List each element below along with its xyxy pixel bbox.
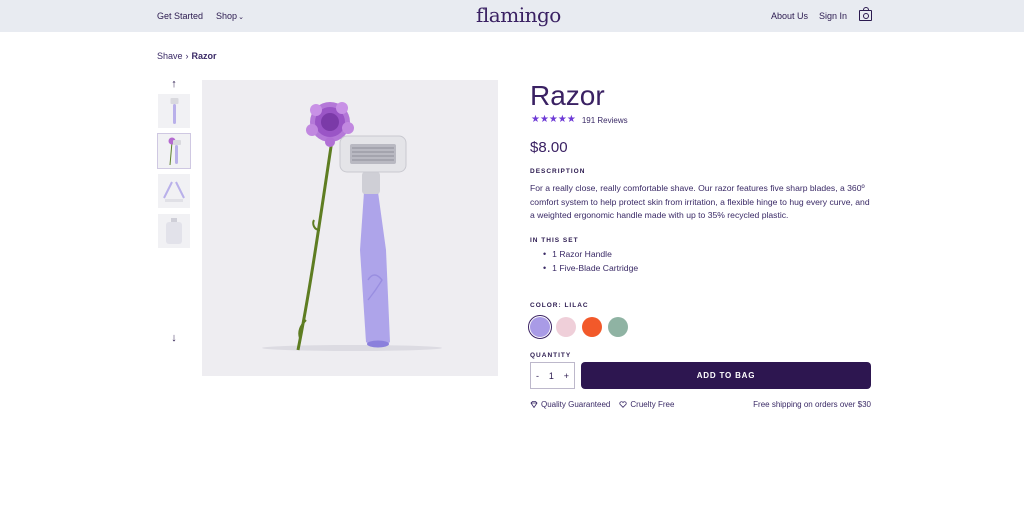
nav-right: About Us Sign In bbox=[771, 7, 872, 21]
nav-get-started[interactable]: Get Started bbox=[157, 11, 203, 21]
add-to-bag-button[interactable]: ADD TO BAG bbox=[581, 362, 871, 389]
breadcrumb-current: Razor bbox=[191, 51, 217, 61]
heart-icon bbox=[619, 401, 627, 408]
chevron-down-icon: ⌄ bbox=[238, 14, 244, 21]
product-badges: Quality Guaranteed Cruelty Free bbox=[530, 400, 674, 409]
swatch-lilac[interactable] bbox=[527, 314, 553, 340]
product-main-image bbox=[202, 80, 498, 376]
in-set-label: IN THIS SET bbox=[530, 237, 579, 244]
top-nav-bar: Get Started Shop⌄ flamingo About Us Sign… bbox=[0, 0, 1024, 32]
nav-shop[interactable]: Shop⌄ bbox=[216, 11, 244, 21]
badge-cruelty-free-label: Cruelty Free bbox=[630, 400, 675, 409]
shopping-bag-icon[interactable] bbox=[859, 7, 872, 21]
in-set-list: 1 Razor Handle 1 Five-Blade Cartridge bbox=[543, 248, 638, 275]
logo[interactable]: flamingo bbox=[476, 3, 561, 27]
badge-cruelty-free: Cruelty Free bbox=[619, 400, 674, 409]
badge-quality: Quality Guaranteed bbox=[530, 400, 610, 409]
thumbnail-2[interactable] bbox=[157, 133, 191, 169]
product-title: Razor bbox=[530, 80, 605, 111]
gem-icon bbox=[530, 401, 538, 408]
nav-sign-in[interactable]: Sign In bbox=[819, 11, 847, 21]
rating[interactable]: ★★★★★ 191 Reviews bbox=[531, 115, 628, 125]
quantity-label: QUANTITY bbox=[530, 352, 572, 359]
breadcrumb-shave[interactable]: Shave bbox=[157, 51, 183, 61]
breadcrumb-separator: › bbox=[185, 51, 189, 61]
list-item: 1 Razor Handle bbox=[543, 248, 638, 262]
swatch-pink[interactable] bbox=[556, 317, 576, 337]
quantity-stepper: - 1 + bbox=[530, 362, 575, 389]
quantity-decrement-button[interactable]: - bbox=[536, 371, 539, 381]
badge-quality-label: Quality Guaranteed bbox=[541, 400, 611, 409]
arrow-down-icon[interactable]: ↓ bbox=[157, 332, 191, 344]
quantity-value[interactable]: 1 bbox=[549, 371, 554, 381]
breadcrumb: Shave › Razor bbox=[157, 51, 217, 61]
star-rating-icon: ★★★★★ bbox=[531, 114, 576, 125]
swatch-sage[interactable] bbox=[608, 317, 628, 337]
product-description: For a really close, really comfortable s… bbox=[530, 183, 870, 220]
product-price: $8.00 bbox=[530, 139, 568, 156]
nav-shop-label: Shop bbox=[216, 11, 238, 21]
color-label: COLOR: LILAC bbox=[530, 302, 589, 309]
reviews-link[interactable]: 191 Reviews bbox=[582, 116, 628, 125]
quantity-increment-button[interactable]: + bbox=[564, 371, 569, 381]
arrow-up-icon[interactable]: ↑ bbox=[157, 78, 191, 90]
list-item: 1 Five-Blade Cartridge bbox=[543, 262, 638, 276]
nav-about-us[interactable]: About Us bbox=[771, 11, 808, 21]
thumbnail-3[interactable] bbox=[158, 174, 190, 208]
nav-left: Get Started Shop⌄ bbox=[157, 11, 244, 21]
description-label: DESCRIPTION bbox=[530, 168, 586, 175]
color-swatches bbox=[527, 314, 628, 340]
thumbnail-4[interactable] bbox=[158, 214, 190, 248]
shipping-note: Free shipping on orders over $30 bbox=[753, 400, 871, 409]
swatch-orange[interactable] bbox=[582, 317, 602, 337]
thumbnail-1[interactable] bbox=[158, 94, 190, 128]
